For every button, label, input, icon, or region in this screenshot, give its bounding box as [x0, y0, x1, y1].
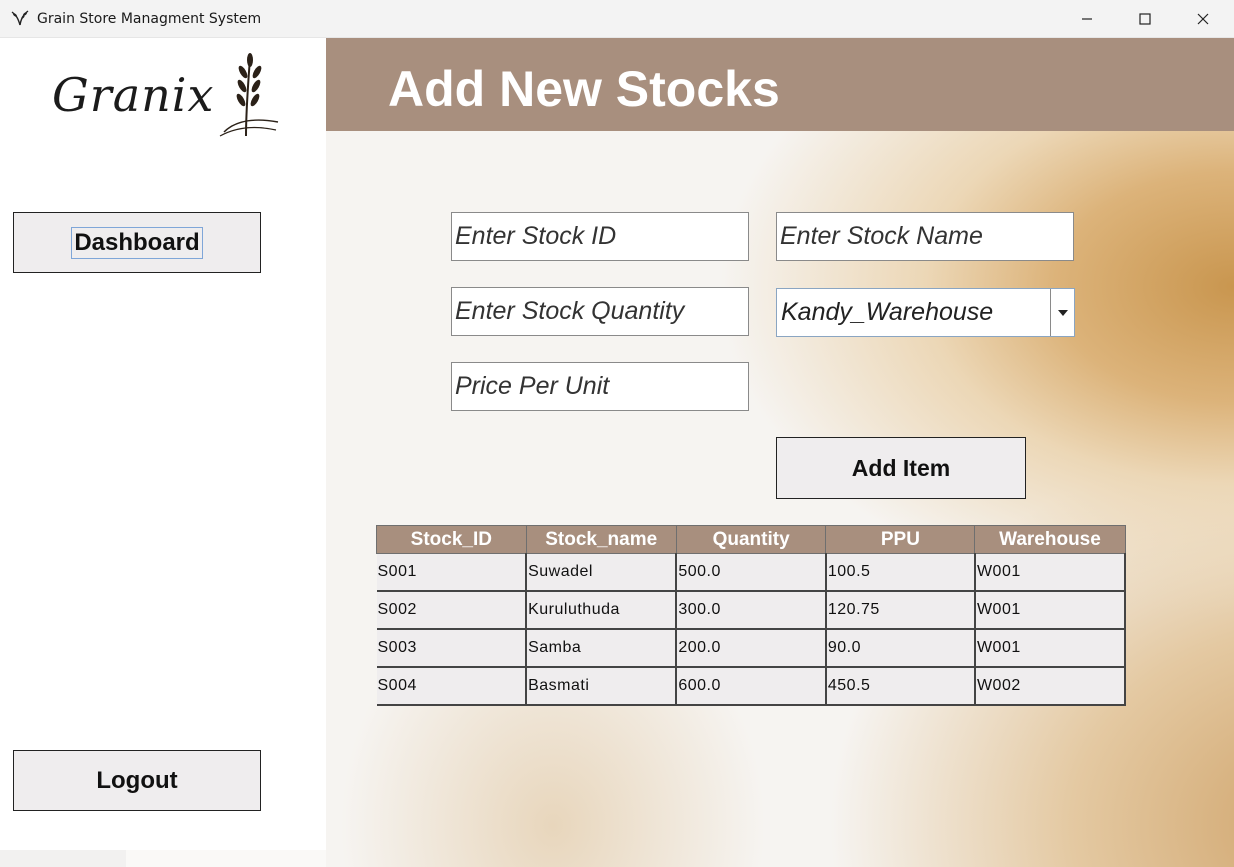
window-title: Grain Store Managment System: [37, 11, 262, 27]
warehouse-select[interactable]: Kandy_Warehouse: [776, 288, 1075, 337]
triangle-down-icon: [1057, 309, 1068, 316]
table-row[interactable]: S002 Kuruluthuda 300.0 120.75 W001: [376, 591, 1127, 630]
table-cell: W002: [973, 667, 1127, 706]
table-cell: 200.0: [675, 629, 826, 668]
column-header[interactable]: Stock_ID: [376, 525, 527, 554]
table-cell: S002: [376, 591, 527, 630]
stock-name-input[interactable]: [776, 212, 1074, 261]
table-cell: W001: [973, 553, 1127, 592]
table-cell: 100.5: [824, 553, 975, 592]
window-titlebar: Grain Store Managment System: [0, 0, 1234, 38]
sidebar-bottom-strip-inner: [126, 850, 326, 867]
table-cell: S001: [376, 553, 527, 592]
table-cell: S003: [376, 629, 527, 668]
table-cell: W001: [973, 591, 1127, 630]
maximize-icon: [1139, 13, 1151, 25]
table-row[interactable]: S001 Suwadel 500.0 100.5 W001: [376, 553, 1127, 592]
table-cell: 120.75: [824, 591, 975, 630]
granix-logo: Granix: [48, 46, 280, 146]
logout-button-label: Logout: [96, 766, 178, 794]
logo-text: Granix: [52, 68, 215, 122]
page-header: Add New Stocks: [326, 38, 1234, 131]
column-header[interactable]: Warehouse: [974, 525, 1126, 554]
table-row[interactable]: S003 Samba 200.0 90.0 W001: [376, 629, 1127, 668]
table-cell: 600.0: [675, 667, 826, 706]
page-title: Add New Stocks: [388, 61, 780, 117]
price-per-unit-input[interactable]: [451, 362, 749, 411]
table-cell: Samba: [525, 629, 677, 668]
dashboard-button[interactable]: Dashboard: [13, 212, 261, 273]
minimize-button[interactable]: [1058, 0, 1116, 38]
dashboard-button-label: Dashboard: [71, 226, 203, 259]
warehouse-dropdown-button[interactable]: [1050, 289, 1074, 336]
table-cell: S004: [376, 667, 527, 706]
wheat-icon: [10, 9, 30, 27]
column-header[interactable]: Stock_name: [525, 525, 677, 554]
sidebar: Granix Dashboard Logout: [0, 38, 326, 850]
close-button[interactable]: [1174, 0, 1232, 38]
wheat-logo-icon: [219, 53, 279, 137]
stock-quantity-input[interactable]: [451, 287, 749, 336]
table-header-row: Stock_ID Stock_name Quantity PPU Warehou…: [376, 525, 1126, 554]
table-cell: Basmati: [525, 667, 677, 706]
main-panel: Add New Stocks Kandy_Warehouse Add Item …: [326, 38, 1234, 867]
table-cell: 300.0: [675, 591, 826, 630]
minimize-icon: [1082, 18, 1092, 20]
table-cell: 450.5: [824, 667, 975, 706]
column-header[interactable]: PPU: [825, 525, 976, 554]
table-row[interactable]: S004 Basmati 600.0 450.5 W002: [376, 667, 1127, 706]
add-item-button[interactable]: Add Item: [776, 437, 1026, 499]
table-cell: Kuruluthuda: [525, 591, 677, 630]
table-cell: 90.0: [824, 629, 975, 668]
warehouse-select-value: Kandy_Warehouse: [781, 298, 994, 326]
close-icon: [1197, 13, 1209, 25]
column-header[interactable]: Quantity: [675, 525, 827, 554]
stock-id-input[interactable]: [451, 212, 749, 261]
table-cell: W001: [973, 629, 1127, 668]
stock-table: Stock_ID Stock_name Quantity PPU Warehou…: [376, 525, 1127, 706]
table-cell: Suwadel: [525, 553, 677, 592]
table-cell: 500.0: [675, 553, 826, 592]
logout-button[interactable]: Logout: [13, 750, 261, 811]
maximize-button[interactable]: [1116, 0, 1174, 38]
